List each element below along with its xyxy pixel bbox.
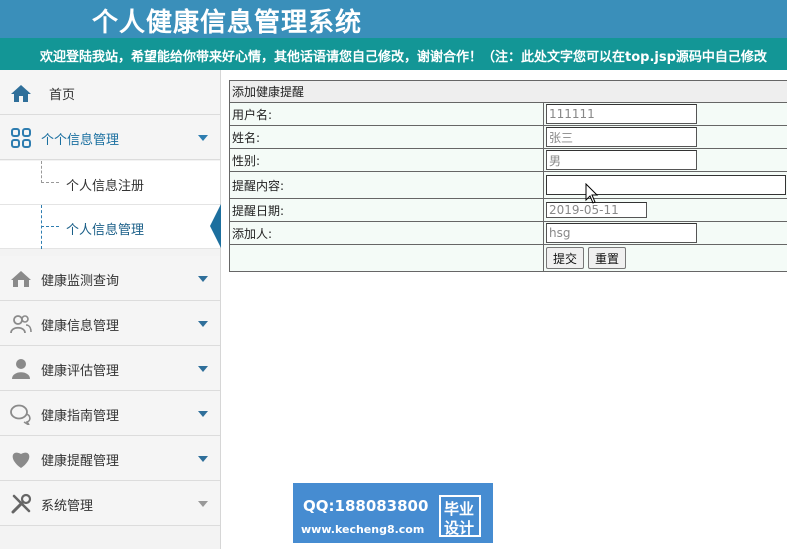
- house-icon: [11, 271, 31, 287]
- chevron-down-icon: [198, 276, 208, 282]
- watermark-badge: 毕业 设计: [439, 495, 481, 537]
- marquee-text: 欢迎登陆我站，希望能给你带来好心情，其他话语请您自己修改，谢谢合作！（注：此处文…: [40, 50, 767, 65]
- sidebar-item-health-info[interactable]: 健康信息管理: [0, 301, 220, 346]
- name-label: 姓名:: [229, 125, 544, 149]
- sidebar-item-label: 首页: [49, 88, 76, 103]
- sidebar-item-label: 健康信息管理: [41, 319, 120, 334]
- sidebar-item-system[interactable]: 系统管理: [0, 481, 220, 526]
- watermark-url: www.kecheng8.com: [301, 523, 425, 536]
- sidebar-item-health-monitor[interactable]: 健康监测查询: [0, 256, 220, 301]
- chevron-down-icon: [198, 411, 208, 417]
- username-label: 用户名:: [229, 102, 544, 126]
- sidebar-item-label: 健康评估管理: [41, 364, 120, 379]
- sidebar-item-label: 个个信息管理: [41, 133, 120, 148]
- watermark-badge-line2: 设计: [444, 519, 475, 537]
- current-page-marker: [210, 204, 221, 248]
- chevron-down-icon: [198, 501, 208, 507]
- chevron-down-icon: [198, 321, 208, 327]
- sidebar-item-label: 健康监测查询: [41, 274, 120, 289]
- reminder-date-label: 提醒日期:: [229, 198, 544, 222]
- reminder-content-label: 提醒内容:: [229, 171, 544, 199]
- tree-line: [41, 161, 42, 183]
- grid-icon: [11, 128, 31, 148]
- gender-label: 性别:: [229, 148, 544, 172]
- home-icon: [11, 85, 31, 102]
- sidebar-subitem-manage[interactable]: 个人信息管理: [0, 205, 220, 249]
- sidebar-subitem-label: 个人信息注册: [66, 179, 145, 194]
- reset-button[interactable]: 重置: [588, 247, 627, 269]
- tree-branch: [41, 182, 59, 183]
- chevron-down-icon: [198, 456, 208, 462]
- reminder-content-field[interactable]: [546, 175, 786, 195]
- sidebar-item-health-assess[interactable]: 健康评估管理: [0, 346, 220, 391]
- gender-field[interactable]: [546, 150, 697, 170]
- sidebar-item-label: 健康指南管理: [41, 409, 120, 424]
- sidebar-subitem-register[interactable]: 个人信息注册: [0, 161, 220, 205]
- watermark-badge-line1: 毕业: [444, 500, 475, 518]
- added-by-field[interactable]: [546, 223, 697, 243]
- added-by-label: 添加人:: [229, 221, 544, 245]
- watermark: QQ:188083800 www.kecheng8.com 毕业 设计: [293, 483, 493, 543]
- sidebar-subitem-label: 个人信息管理: [66, 223, 145, 238]
- heart-icon: [12, 452, 30, 468]
- username-field[interactable]: [546, 104, 697, 124]
- mouse-cursor-icon: [585, 183, 599, 204]
- sidebar-item-personal-info[interactable]: 个个信息管理: [0, 115, 220, 160]
- app-title: 个人健康信息管理系统: [92, 8, 363, 38]
- sidebar-item-label: 系统管理: [41, 499, 94, 514]
- welcome-marquee: 欢迎登陆我站，希望能给你带来好心情，其他话语请您自己修改，谢谢合作！（注：此处文…: [0, 38, 787, 70]
- chevron-down-icon: [198, 366, 208, 372]
- tree-line: [41, 205, 42, 249]
- sidebar-item-label: 健康提醒管理: [41, 454, 120, 469]
- empty-cell: [229, 244, 544, 272]
- chat-icon: [10, 404, 31, 425]
- watermark-qq: QQ:188083800: [303, 497, 429, 515]
- submit-button[interactable]: 提交: [546, 247, 585, 269]
- tree-branch: [41, 226, 59, 227]
- tools-icon: [11, 493, 32, 514]
- add-reminder-form: 添加健康提醒 用户名: 姓名: 性别: 提醒内容: 提醒日期: 添加人: 提交重…: [229, 80, 787, 272]
- user-icon: [12, 359, 30, 379]
- users-icon: [10, 315, 32, 334]
- sidebar: 首页 个个信息管理 个人信息注册 个人信息管理 健康监测查询 健康信息管理 健康…: [0, 70, 221, 549]
- sidebar-item-health-guide[interactable]: 健康指南管理: [0, 391, 220, 436]
- name-field[interactable]: [546, 127, 697, 147]
- chevron-down-icon: [198, 135, 208, 141]
- sidebar-item-health-reminder[interactable]: 健康提醒管理: [0, 436, 220, 481]
- form-caption: 添加健康提醒: [229, 80, 787, 103]
- header: 个人健康信息管理系统: [0, 0, 787, 38]
- sidebar-item-home[interactable]: 首页: [0, 70, 220, 115]
